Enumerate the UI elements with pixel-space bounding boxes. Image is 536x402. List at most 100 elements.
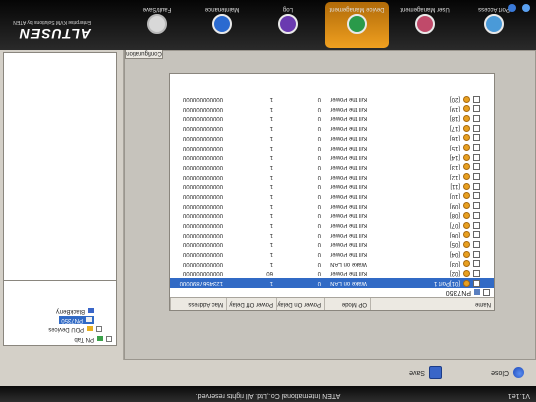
row-power-off-cell[interactable]: 1 [226, 280, 276, 286]
row-mac-cell[interactable]: 000000000000 [170, 212, 226, 218]
table-row[interactable]: [01]Port 1 Wake on LAN 0 1 1234567890000 [170, 278, 494, 288]
row-checkbox[interactable] [473, 211, 480, 219]
row-power-on-cell[interactable]: 0 [276, 203, 324, 209]
row-op-mode-cell[interactable]: Kill the Power [324, 203, 370, 209]
row-op-mode-cell[interactable]: Kill the Power [324, 164, 370, 170]
root-checkbox[interactable] [483, 289, 490, 296]
row-op-mode-cell[interactable]: Wake on LAN [324, 280, 370, 286]
row-power-off-cell[interactable]: 1 [226, 125, 276, 131]
tree-node-root[interactable]: PN Tab [74, 335, 112, 343]
row-op-mode-cell[interactable]: Kill the Power [324, 106, 370, 112]
row-name-cell[interactable]: [09] [370, 202, 494, 210]
row-name-cell[interactable]: [01]Port 1 [370, 279, 494, 287]
row-checkbox[interactable] [473, 182, 480, 190]
row-power-off-cell[interactable]: 1 [226, 232, 276, 238]
row-name-cell[interactable]: [20] [370, 95, 494, 103]
row-power-on-cell[interactable]: 0 [276, 164, 324, 170]
row-mac-cell[interactable]: 000000000000 [170, 125, 226, 131]
row-mac-cell[interactable]: 000000000000 [170, 261, 226, 267]
row-op-mode-cell[interactable]: Kill the Power [324, 96, 370, 102]
row-mac-cell[interactable]: 000000000000 [170, 106, 226, 112]
row-name-cell[interactable]: [10] [370, 192, 494, 200]
row-power-on-cell[interactable]: 0 [276, 222, 324, 228]
row-power-on-cell[interactable]: 0 [276, 106, 324, 112]
row-mac-cell[interactable]: 000000000000 [170, 154, 226, 160]
row-name-cell[interactable]: [04] [370, 250, 494, 258]
table-row[interactable]: [10] Kill the Power 0 1 000000000000 [170, 191, 494, 201]
table-row[interactable]: [19] Kill the Power 0 1 000000000000 [170, 104, 494, 114]
row-name-cell[interactable]: [14] [370, 153, 494, 161]
row-power-on-cell[interactable]: 0 [276, 241, 324, 247]
table-row[interactable]: [07] Kill the Power 0 1 000000000000 [170, 220, 494, 230]
row-power-off-cell[interactable]: 1 [226, 115, 276, 121]
row-checkbox[interactable] [473, 240, 480, 248]
row-op-mode-cell[interactable]: Kill the Power [324, 212, 370, 218]
table-row[interactable]: [12] Kill the Power 0 1 000000000000 [170, 172, 494, 182]
row-name-cell[interactable]: [15] [370, 144, 494, 152]
col-power-on-delay[interactable]: Power On Delay [276, 298, 324, 310]
row-name-cell[interactable]: [19] [370, 105, 494, 113]
row-power-off-cell[interactable]: 1 [226, 96, 276, 102]
table-row[interactable]: [17] Kill the Power 0 1 000000000000 [170, 123, 494, 133]
row-name-cell[interactable]: [07] [370, 221, 494, 229]
row-power-off-cell[interactable]: 1 [226, 203, 276, 209]
row-power-off-cell[interactable]: 1 [226, 164, 276, 170]
row-op-mode-cell[interactable]: Kill the Power [324, 125, 370, 131]
row-op-mode-cell[interactable]: Kill the Power [324, 193, 370, 199]
row-mac-cell[interactable]: 000000000000 [170, 270, 226, 276]
row-op-mode-cell[interactable]: Kill the Power [324, 222, 370, 228]
row-power-off-cell[interactable]: 1 [226, 154, 276, 160]
save-button[interactable]: Save [409, 364, 442, 382]
row-mac-cell[interactable]: 000000000000 [170, 183, 226, 189]
row-checkbox[interactable] [473, 269, 480, 277]
table-row[interactable]: [15] Kill the Power 0 1 000000000000 [170, 143, 494, 153]
nav-maintenance[interactable]: Maintenance [190, 2, 254, 48]
table-row[interactable]: [03] Wake on LAN 0 1 000000000000 [170, 259, 494, 269]
row-mac-cell[interactable]: 000000000000 [170, 203, 226, 209]
row-name-cell[interactable]: [13] [370, 163, 494, 171]
row-power-on-cell[interactable]: 0 [276, 261, 324, 267]
row-power-off-cell[interactable]: 1 [226, 193, 276, 199]
row-mac-cell[interactable]: 000000000000 [170, 222, 226, 228]
row-power-off-cell[interactable]: 1 [226, 135, 276, 141]
row-checkbox[interactable] [473, 163, 480, 171]
nav-fault-save[interactable]: Fault/Save [125, 2, 189, 48]
row-op-mode-cell[interactable]: Kill the Power [324, 154, 370, 160]
row-power-off-cell[interactable]: 1 [226, 145, 276, 151]
row-power-on-cell[interactable]: 0 [276, 193, 324, 199]
table-row[interactable]: [09] Kill the Power 0 1 000000000000 [170, 201, 494, 211]
col-mac-address[interactable]: Mac Address [170, 298, 226, 310]
row-power-off-cell[interactable]: 1 [226, 251, 276, 257]
row-checkbox[interactable] [473, 279, 480, 287]
row-power-on-cell[interactable]: 0 [276, 174, 324, 180]
row-mac-cell[interactable]: 000000000000 [170, 251, 226, 257]
row-name-cell[interactable]: [06] [370, 231, 494, 239]
row-op-mode-cell[interactable]: Kill the Power [324, 145, 370, 151]
row-power-off-cell[interactable]: 1 [226, 212, 276, 218]
row-power-on-cell[interactable]: 0 [276, 125, 324, 131]
tree-node-blackberry[interactable]: BlackBerry [56, 307, 94, 315]
row-mac-cell[interactable]: 000000000000 [170, 174, 226, 180]
row-op-mode-cell[interactable]: Kill the Power [324, 174, 370, 180]
table-row[interactable]: [05] Kill the Power 0 1 000000000000 [170, 240, 494, 250]
row-name-cell[interactable]: [08] [370, 211, 494, 219]
row-power-on-cell[interactable]: 0 [276, 270, 324, 276]
row-checkbox[interactable] [473, 250, 480, 258]
row-power-on-cell[interactable]: 0 [276, 115, 324, 121]
row-mac-cell[interactable]: 000000000000 [170, 96, 226, 102]
col-name[interactable]: Name [370, 298, 494, 310]
nav-user-management[interactable]: User Management [393, 2, 457, 48]
row-mac-cell[interactable]: 000000000000 [170, 241, 226, 247]
row-power-off-cell[interactable]: 1 [226, 174, 276, 180]
table-row[interactable]: [11] Kill the Power 0 1 000000000000 [170, 181, 494, 191]
table-row[interactable]: [18] Kill the Power 0 1 000000000000 [170, 114, 494, 124]
nav-port-access[interactable]: Port Access [462, 2, 526, 48]
nav-log[interactable]: Log [256, 2, 320, 48]
row-checkbox[interactable] [473, 124, 480, 132]
row-power-off-cell[interactable]: 1 [226, 183, 276, 189]
table-row[interactable]: [08] Kill the Power 0 1 000000000000 [170, 211, 494, 221]
row-power-on-cell[interactable]: 0 [276, 280, 324, 286]
expand-icon[interactable] [96, 326, 102, 332]
row-power-off-cell[interactable]: 1 [226, 241, 276, 247]
row-checkbox[interactable] [473, 153, 480, 161]
